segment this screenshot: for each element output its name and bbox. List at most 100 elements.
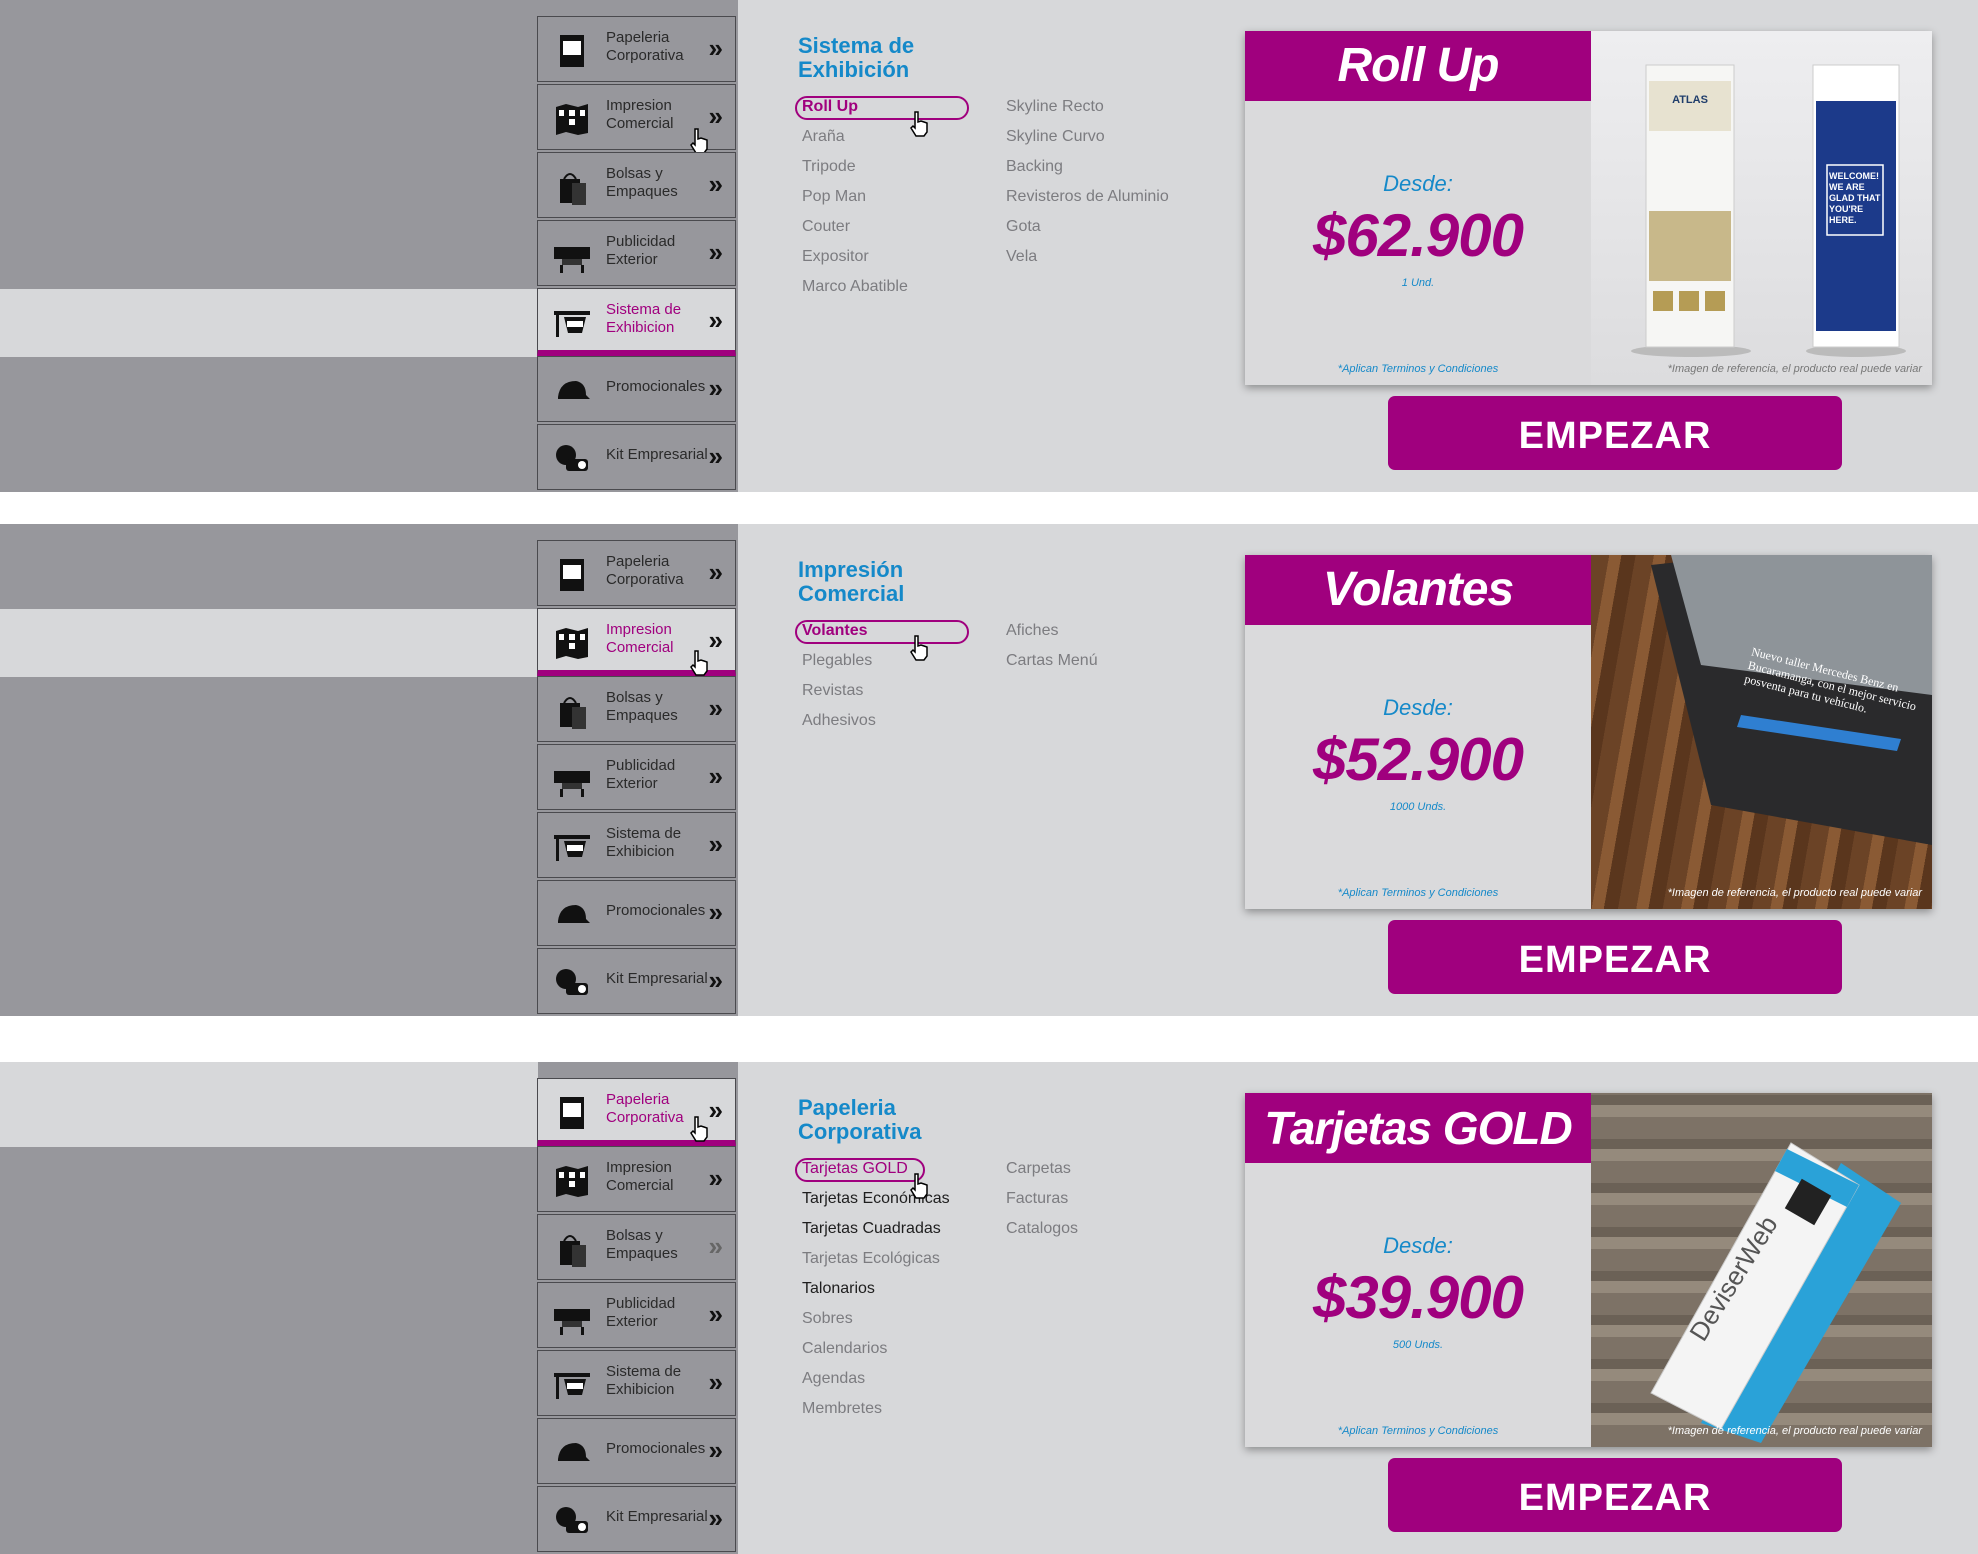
chevron-double-icon: » — [708, 33, 723, 63]
chevron-double-icon: » — [708, 373, 723, 403]
nav-papeleria-corporativa[interactable]: Papeleria Corporativa » — [537, 540, 736, 606]
bag-icon — [560, 697, 586, 729]
business-cards-illustration: DeviserWeb — [1650, 1142, 1901, 1443]
subcategory-item[interactable]: Roll Up — [802, 98, 858, 116]
rollup-banners-illustration: ATLAS WELCOME! WE ARE GLAD THAT YOU'RE H… — [1631, 64, 1906, 357]
chevron-double-icon: » — [708, 1435, 723, 1465]
reference-note: *Imagen de referencia, el producto real … — [1667, 363, 1922, 375]
nav-bolsas-empaques[interactable]: Bolsas y Empaques » — [537, 676, 736, 742]
subcategory-item[interactable]: Plegables — [802, 652, 872, 670]
nav-publicidad-exterior[interactable]: Publicidad Exterior » — [537, 1282, 736, 1348]
terms-note: *Aplican Terminos y Condiciones — [1337, 363, 1499, 375]
empezar-button[interactable]: EMPEZAR — [1388, 396, 1842, 470]
nav-kit-empresarial[interactable]: Kit Empresarial » — [537, 1486, 736, 1552]
nav-bolsas-empaques[interactable]: Bolsas y Empaques » — [537, 1214, 736, 1280]
nav-promocionales[interactable]: Promocionales » — [537, 880, 736, 946]
cap-icon — [558, 381, 590, 399]
nav-publicidad-exterior[interactable]: Publicidad Exterior » — [537, 220, 736, 286]
subcategory-item[interactable]: Sobres — [802, 1310, 853, 1328]
nav-impresion-comercial[interactable]: Impresion Comercial » — [537, 84, 736, 154]
subcategory-item[interactable]: Facturas — [1006, 1190, 1068, 1208]
nav-impresion-comercial[interactable]: Impresion Comercial » — [537, 608, 736, 676]
nav-sistema-exhibicion[interactable]: Sistema de Exhibicion » — [537, 812, 736, 878]
bag-icon — [560, 1235, 586, 1267]
display-stand-icon — [554, 311, 590, 337]
nav-kit-empresarial[interactable]: Kit Empresarial » — [537, 948, 736, 1014]
subcategory-item[interactable]: Marco Abatible — [802, 278, 908, 296]
subcategory-item[interactable]: Talonarios — [802, 1280, 875, 1298]
subcategory-item[interactable]: Adhesivos — [802, 712, 876, 730]
subcategory-item[interactable]: Couter — [802, 218, 850, 236]
desde-label: Desde: — [1383, 1233, 1453, 1258]
subcategory-item[interactable]: Calendarios — [802, 1340, 887, 1358]
subcategory-item[interactable]: Afiches — [1006, 622, 1058, 640]
nav-kit-empresarial[interactable]: Kit Empresarial » — [537, 424, 736, 490]
nav-label: Promocionales — [606, 1440, 706, 1457]
product-price: $62.900 — [1313, 202, 1524, 269]
reference-note: *Imagen de referencia, el producto real … — [1667, 1425, 1922, 1437]
product-quantity: 1000 Unds. — [1389, 801, 1447, 813]
subcategory-item[interactable]: Tarjetas Ecológicas — [802, 1250, 940, 1268]
empezar-button[interactable]: EMPEZAR — [1388, 1458, 1842, 1532]
hand-cursor-icon — [690, 1116, 708, 1142]
gift-icon — [556, 1507, 588, 1533]
subcategory-item[interactable]: Expositor — [802, 248, 869, 266]
nav-promocionales[interactable]: Promocionales » — [537, 1418, 736, 1484]
subcategory-item[interactable]: Skyline Curvo — [1006, 128, 1105, 146]
product-price: $39.900 — [1313, 1264, 1524, 1331]
product-image: Nuevo taller Mercedes Benz en Bucaramang… — [1591, 555, 1932, 909]
display-stand-icon — [554, 835, 590, 861]
desde-label: Desde: — [1383, 695, 1453, 720]
subcategory-item[interactable]: Pop Man — [802, 188, 866, 206]
nav-impresion-comercial[interactable]: Impresion Comercial » — [537, 1146, 736, 1212]
desde-label: Desde: — [1383, 171, 1453, 196]
nav-publicidad-exterior[interactable]: Publicidad Exterior » — [537, 744, 736, 810]
hand-cursor-icon — [910, 1173, 928, 1199]
nav-label: Publicidad Exterior — [606, 233, 676, 268]
row-highlight — [0, 289, 538, 357]
nav-sistema-exhibicion[interactable]: Sistema de Exhibicion » — [537, 1350, 736, 1416]
nav-label: Sistema de Exhibicion — [606, 301, 682, 336]
brochure-icon — [556, 1166, 588, 1197]
nav-bolsas-empaques[interactable]: Bolsas y Empaques » — [537, 152, 736, 218]
subcategory-item[interactable]: Revistas — [802, 682, 863, 700]
subcategory-item[interactable]: Gota — [1006, 218, 1041, 236]
nav-sistema-exhibicion[interactable]: Sistema de Exhibicion » — [537, 288, 736, 356]
subcategory-item[interactable]: Carpetas — [1006, 1160, 1071, 1178]
subcategory-item[interactable]: Skyline Recto — [1006, 98, 1104, 116]
nav-label: Papeleria Corporativa — [606, 553, 684, 588]
subcategory-item[interactable]: Backing — [1006, 158, 1063, 176]
subcategory-item[interactable]: Cartas Menú — [1006, 652, 1098, 670]
subcategory-item[interactable]: Catalogos — [1006, 1220, 1078, 1238]
subcategory-item[interactable]: Tarjetas Cuadradas — [802, 1220, 941, 1238]
empezar-button[interactable]: EMPEZAR — [1388, 920, 1842, 994]
chevron-double-icon: » — [708, 557, 723, 587]
panel-sistema-exhibicion: Papeleria Corporativa » Impresion Comerc… — [0, 0, 1978, 492]
hand-cursor-icon — [690, 128, 708, 154]
nav-label: Bolsas y Empaques — [606, 165, 678, 200]
gift-icon — [556, 969, 588, 995]
nav-label: Publicidad Exterior — [606, 757, 676, 792]
subcategory-item[interactable]: Tarjetas GOLD — [802, 1160, 908, 1178]
bag-icon — [560, 173, 586, 205]
subcategory-item[interactable]: Agendas — [802, 1370, 865, 1388]
product-card: Volantes Desde: $52.900 1000 Unds. *Apli… — [1245, 555, 1932, 909]
nav-papeleria-corporativa[interactable]: Papeleria Corporativa » — [537, 1078, 736, 1146]
subcategory-item[interactable]: Tripode — [802, 158, 856, 176]
subcategory-item[interactable]: Revisteros de Aluminio — [1006, 188, 1169, 206]
product-quantity: 1 Und. — [1401, 277, 1435, 289]
nav-promocionales[interactable]: Promocionales » — [537, 356, 736, 422]
printer-icon — [554, 1309, 590, 1335]
nav-papeleria-corporativa[interactable]: Papeleria Corporativa » — [537, 16, 736, 82]
terms-note: *Aplican Terminos y Condiciones — [1337, 887, 1499, 899]
category-title: Impresión Comercial — [798, 557, 905, 606]
chevron-double-icon: » — [708, 169, 723, 199]
subcategory-item[interactable]: Volantes — [802, 622, 868, 640]
subcategory-item[interactable]: Vela — [1006, 248, 1037, 266]
chevron-double-icon: » — [708, 693, 723, 723]
panel-papeleria-corporativa: Papeleria Corporativa » Impresion Comerc… — [0, 1062, 1978, 1554]
subcategory-item[interactable]: Araña — [802, 128, 845, 146]
panel-impresion-comercial: Papeleria Corporativa » Impresion Comerc… — [0, 524, 1978, 1016]
subcategory-item[interactable]: Membretes — [802, 1400, 882, 1418]
printer-icon — [554, 771, 590, 797]
